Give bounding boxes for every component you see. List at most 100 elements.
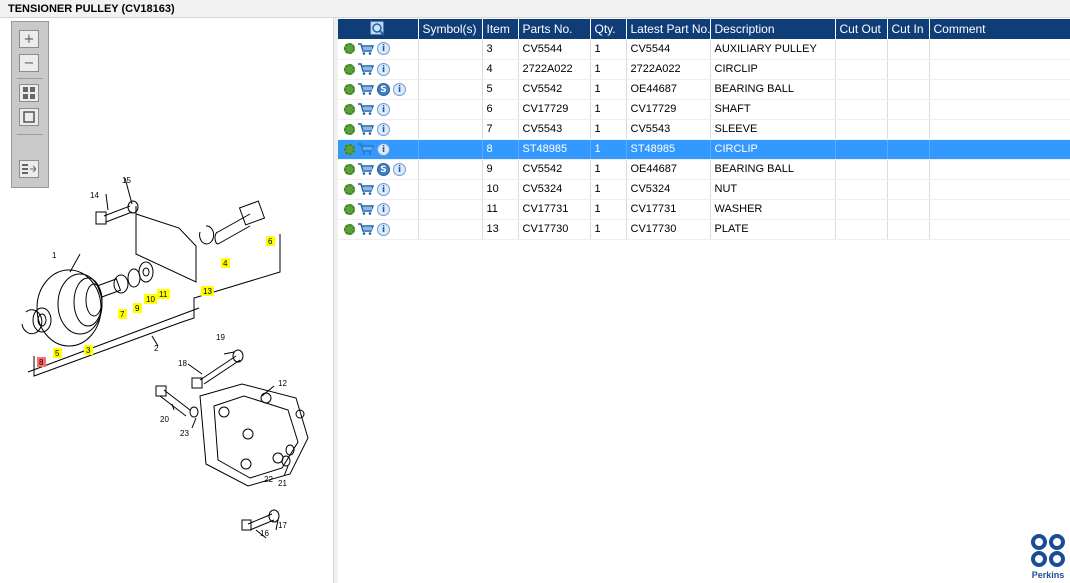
cell-symbols <box>418 39 483 60</box>
callout-10[interactable]: 10 <box>146 295 155 304</box>
gear-icon[interactable] <box>344 203 355 215</box>
cell-item: 6 <box>482 99 519 120</box>
callout-14[interactable]: 14 <box>90 191 99 200</box>
cell-cut-in <box>887 179 930 200</box>
cell-description: BEARING BALL <box>710 159 836 180</box>
callout-23[interactable]: 23 <box>180 429 189 438</box>
table-row[interactable]: i 7 CV5543 1 CV5543 SLEEVE <box>338 119 1070 140</box>
gear-icon[interactable] <box>344 143 355 155</box>
fit-all-button[interactable] <box>19 84 39 102</box>
cart-icon[interactable] <box>358 123 374 135</box>
info-icon[interactable]: i <box>377 62 390 76</box>
callout-20[interactable]: 20 <box>160 415 169 424</box>
info-icon[interactable]: i <box>377 202 390 216</box>
gear-icon[interactable] <box>344 123 355 135</box>
gear-icon[interactable] <box>344 163 355 175</box>
service-icon[interactable]: S <box>377 82 390 96</box>
cell-cut-in <box>887 199 930 220</box>
row-actions: Si <box>338 79 419 100</box>
callout-2[interactable]: 2 <box>154 344 159 353</box>
callout-19[interactable]: 19 <box>216 333 225 342</box>
cart-icon[interactable] <box>358 163 374 175</box>
column-header-description[interactable]: Description <box>710 19 836 39</box>
cart-icon[interactable] <box>358 43 374 55</box>
cart-icon[interactable] <box>358 223 374 235</box>
column-header-qty[interactable]: Qty. <box>590 19 627 39</box>
column-header-latest-part-no[interactable]: Latest Part No. <box>626 19 711 39</box>
gear-icon[interactable] <box>344 223 355 235</box>
table-row[interactable]: Si 5 CV5542 1 OE44687 BEARING BALL <box>338 79 1070 100</box>
column-header-item[interactable]: Item <box>482 19 519 39</box>
cell-comment <box>929 59 1070 80</box>
callout-4[interactable]: 4 <box>223 259 228 268</box>
info-icon[interactable]: i <box>377 42 390 56</box>
table-row[interactable]: i 3 CV5544 1 CV5544 AUXILIARY PULLEY <box>338 39 1070 60</box>
cell-latest-part-no: CV5543 <box>626 119 711 140</box>
table-row[interactable]: i 13 CV17730 1 CV17730 PLATE <box>338 219 1070 240</box>
callout-8[interactable]: 8 <box>39 358 44 367</box>
cell-comment <box>929 159 1070 180</box>
toolbox-divider <box>17 78 43 79</box>
callout-7[interactable]: 7 <box>120 310 125 319</box>
callout-16[interactable]: 16 <box>260 529 269 538</box>
table-row[interactable]: i 11 CV17731 1 CV17731 WASHER <box>338 199 1070 220</box>
table-row[interactable]: Si 9 CV5542 1 OE44687 BEARING BALL <box>338 159 1070 180</box>
column-header-actions[interactable] <box>338 19 419 39</box>
zoom-out-button[interactable]: − <box>19 54 39 72</box>
cell-parts-no: CV5544 <box>518 39 591 60</box>
callout-13[interactable]: 13 <box>203 287 212 296</box>
cart-icon[interactable] <box>358 63 374 75</box>
cart-icon[interactable] <box>358 183 374 195</box>
cell-comment <box>929 199 1070 220</box>
callout-12[interactable]: 12 <box>278 379 287 388</box>
callout-9[interactable]: 9 <box>135 304 140 313</box>
info-icon[interactable]: i <box>377 222 390 236</box>
cart-icon[interactable] <box>358 203 374 215</box>
cart-icon[interactable] <box>358 143 374 155</box>
cell-description: PLATE <box>710 219 836 240</box>
cell-symbols <box>418 219 483 240</box>
callout-6[interactable]: 6 <box>268 237 273 246</box>
info-icon[interactable]: i <box>393 82 406 96</box>
table-row[interactable]: i 10 CV5324 1 CV5324 NUT <box>338 179 1070 200</box>
callout-1[interactable]: 1 <box>52 251 57 260</box>
callout-17[interactable]: 17 <box>278 521 287 530</box>
gear-icon[interactable] <box>344 63 355 75</box>
info-icon[interactable]: i <box>377 142 390 156</box>
callout-11[interactable]: 11 <box>159 290 168 299</box>
callout-21[interactable]: 21 <box>278 479 287 488</box>
zoom-in-button[interactable]: + <box>19 30 39 48</box>
gear-icon[interactable] <box>344 83 355 95</box>
cell-latest-part-no: OE44687 <box>626 159 711 180</box>
exploded-diagram[interactable]: 1 2 15 14 19 18 12 20 23 22 21 17 16 6 4… <box>4 18 334 583</box>
gear-icon[interactable] <box>344 43 355 55</box>
column-header-symbols[interactable]: Symbol(s) <box>418 19 483 39</box>
callout-15[interactable]: 15 <box>122 176 131 185</box>
cart-icon[interactable] <box>358 103 374 115</box>
table-row[interactable]: i 4 2722A022 1 2722A022 CIRCLIP <box>338 59 1070 80</box>
column-header-comment[interactable]: Comment <box>929 19 1070 39</box>
gear-icon[interactable] <box>344 103 355 115</box>
info-icon[interactable]: i <box>377 102 390 116</box>
toggle-list-button[interactable] <box>19 160 39 178</box>
column-header-cut-out[interactable]: Cut Out <box>835 19 888 39</box>
info-icon[interactable]: i <box>377 182 390 196</box>
column-header-parts-no[interactable]: Parts No. <box>518 19 591 39</box>
table-row[interactable]: i 8 ST48985 1 ST48985 CIRCLIP <box>338 139 1070 160</box>
callout-18[interactable]: 18 <box>178 359 187 368</box>
gear-icon[interactable] <box>344 183 355 195</box>
info-icon[interactable]: i <box>377 122 390 136</box>
cart-icon[interactable] <box>358 83 374 95</box>
fit-window-button[interactable] <box>19 108 39 126</box>
cell-comment <box>929 39 1070 60</box>
info-icon[interactable]: i <box>393 162 406 176</box>
callout-3[interactable]: 3 <box>86 346 91 355</box>
service-icon[interactable]: S <box>377 162 390 176</box>
column-header-cut-in[interactable]: Cut In <box>887 19 930 39</box>
diagram-panel[interactable]: 1 2 15 14 19 18 12 20 23 22 21 17 16 6 4… <box>4 18 334 583</box>
callout-22[interactable]: 22 <box>264 475 273 484</box>
table-header-row: Symbol(s) Item Parts No. Qty. Latest Par… <box>338 19 1070 39</box>
table-row[interactable]: i 6 CV17729 1 CV17729 SHAFT <box>338 99 1070 120</box>
callout-5[interactable]: 5 <box>55 349 60 358</box>
page-title: TENSIONER PULLEY (CV18163) <box>0 0 1070 18</box>
